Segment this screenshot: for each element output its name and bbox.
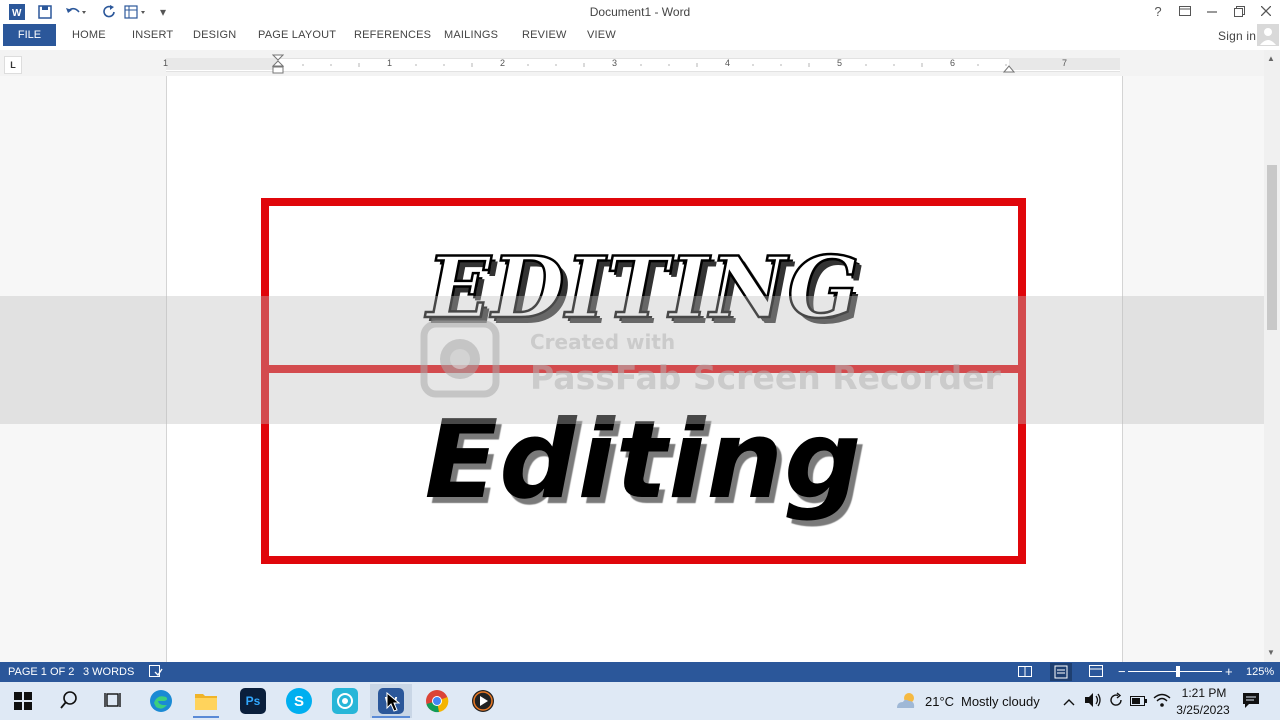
page-count[interactable]: PAGE 1 OF 2 bbox=[8, 666, 74, 678]
file-explorer-icon[interactable] bbox=[193, 688, 219, 714]
tab-home[interactable]: HOME bbox=[72, 29, 106, 41]
zoom-slider[interactable] bbox=[1128, 671, 1222, 672]
screen-recorder-icon[interactable] bbox=[332, 688, 358, 714]
scrollbar-thumb[interactable] bbox=[1267, 165, 1277, 330]
running-indicator bbox=[193, 716, 219, 718]
undo-icon[interactable] bbox=[62, 2, 88, 22]
mouse-cursor-icon bbox=[386, 691, 401, 717]
table-icon[interactable] bbox=[122, 2, 150, 22]
task-view-icon[interactable] bbox=[104, 691, 122, 714]
volume-icon[interactable] bbox=[1084, 692, 1102, 713]
ruler-number: 5 bbox=[837, 58, 843, 68]
minimize-icon[interactable] bbox=[1198, 0, 1226, 22]
notifications-icon[interactable] bbox=[1242, 692, 1260, 714]
zoom-level[interactable]: 125% bbox=[1246, 666, 1274, 678]
customize-qat-icon[interactable]: ▾ bbox=[155, 2, 171, 22]
sign-in-link[interactable]: Sign in bbox=[1218, 29, 1256, 43]
search-icon[interactable] bbox=[60, 691, 78, 714]
tab-selector[interactable]: L bbox=[4, 56, 22, 74]
ruler-number: 3 bbox=[612, 58, 618, 68]
tab-references[interactable]: REFERENCES bbox=[354, 29, 431, 41]
camera-watermark-icon bbox=[420, 318, 502, 405]
chrome-icon[interactable] bbox=[424, 688, 450, 714]
skype-icon[interactable]: S bbox=[286, 688, 312, 714]
title-bar: Document1 - Word bbox=[0, 0, 1280, 24]
ruler-number: 7 bbox=[1062, 58, 1068, 68]
ribbon-display-icon[interactable] bbox=[1171, 0, 1199, 22]
scroll-down-icon[interactable]: ▼ bbox=[1267, 648, 1275, 657]
wifi-icon[interactable] bbox=[1153, 692, 1171, 713]
weather-desc[interactable]: Mostly cloudy bbox=[961, 694, 1040, 709]
print-layout-icon[interactable] bbox=[1050, 663, 1072, 681]
status-bar bbox=[0, 662, 1280, 682]
proofing-icon[interactable] bbox=[149, 665, 163, 683]
ruler-number: 2 bbox=[500, 58, 506, 68]
clock-date[interactable]: 3/25/2023 bbox=[1172, 703, 1234, 717]
ruler-number: 4 bbox=[725, 58, 731, 68]
help-icon[interactable]: ? bbox=[1144, 0, 1172, 22]
horizontal-ruler[interactable] bbox=[166, 58, 1120, 72]
tab-mailings[interactable]: MAILINGS bbox=[444, 29, 498, 41]
window-title: Document1 - Word bbox=[589, 5, 691, 19]
edge-browser-icon[interactable] bbox=[148, 688, 174, 714]
word-count[interactable]: 3 WORDS bbox=[83, 666, 134, 678]
watermark-line2: PassFab Screen Recorder bbox=[530, 358, 1001, 397]
tab-view[interactable]: VIEW bbox=[587, 29, 616, 41]
weather-icon[interactable] bbox=[894, 691, 918, 716]
tab-insert[interactable]: INSERT bbox=[132, 29, 173, 41]
zoom-in-button[interactable]: + bbox=[1225, 664, 1233, 679]
left-margin-shade bbox=[166, 58, 278, 70]
zoom-slider-thumb[interactable] bbox=[1176, 666, 1180, 677]
vertical-scrollbar[interactable] bbox=[1264, 50, 1280, 662]
redo-icon[interactable] bbox=[100, 2, 120, 22]
restore-icon[interactable] bbox=[1225, 0, 1253, 22]
weather-temp[interactable]: 21°C bbox=[925, 694, 954, 709]
watermark-line1: Created with bbox=[530, 330, 676, 354]
ruler-number: 6 bbox=[950, 58, 956, 68]
account-avatar-icon[interactable] bbox=[1257, 24, 1279, 46]
ribbon-tab-bar bbox=[0, 24, 1280, 48]
sync-icon[interactable] bbox=[1108, 692, 1124, 713]
tab-file[interactable]: FILE bbox=[3, 24, 56, 46]
tab-design[interactable]: DESIGN bbox=[193, 29, 236, 41]
svg-text:W: W bbox=[12, 8, 22, 19]
word-app-icon[interactable]: W bbox=[8, 2, 26, 22]
zoom-out-button[interactable]: − bbox=[1118, 664, 1126, 679]
tab-page-layout[interactable]: PAGE LAYOUT bbox=[258, 29, 336, 41]
battery-icon[interactable] bbox=[1130, 694, 1148, 712]
save-icon[interactable] bbox=[35, 2, 55, 22]
ruler-number: 1 bbox=[387, 58, 393, 68]
read-mode-icon[interactable] bbox=[1018, 665, 1032, 683]
scroll-up-icon[interactable]: ▲ bbox=[1267, 54, 1275, 63]
tab-review[interactable]: REVIEW bbox=[522, 29, 567, 41]
photoshop-icon[interactable]: Ps bbox=[240, 688, 266, 714]
chevron-up-icon[interactable] bbox=[1063, 694, 1075, 712]
windows-start-icon[interactable] bbox=[14, 692, 32, 715]
close-icon[interactable] bbox=[1252, 0, 1280, 22]
media-player-icon[interactable] bbox=[470, 688, 496, 714]
web-layout-icon[interactable] bbox=[1089, 665, 1103, 683]
ruler-number: 1 bbox=[163, 58, 169, 68]
clock-time[interactable]: 1:21 PM bbox=[1176, 686, 1232, 700]
